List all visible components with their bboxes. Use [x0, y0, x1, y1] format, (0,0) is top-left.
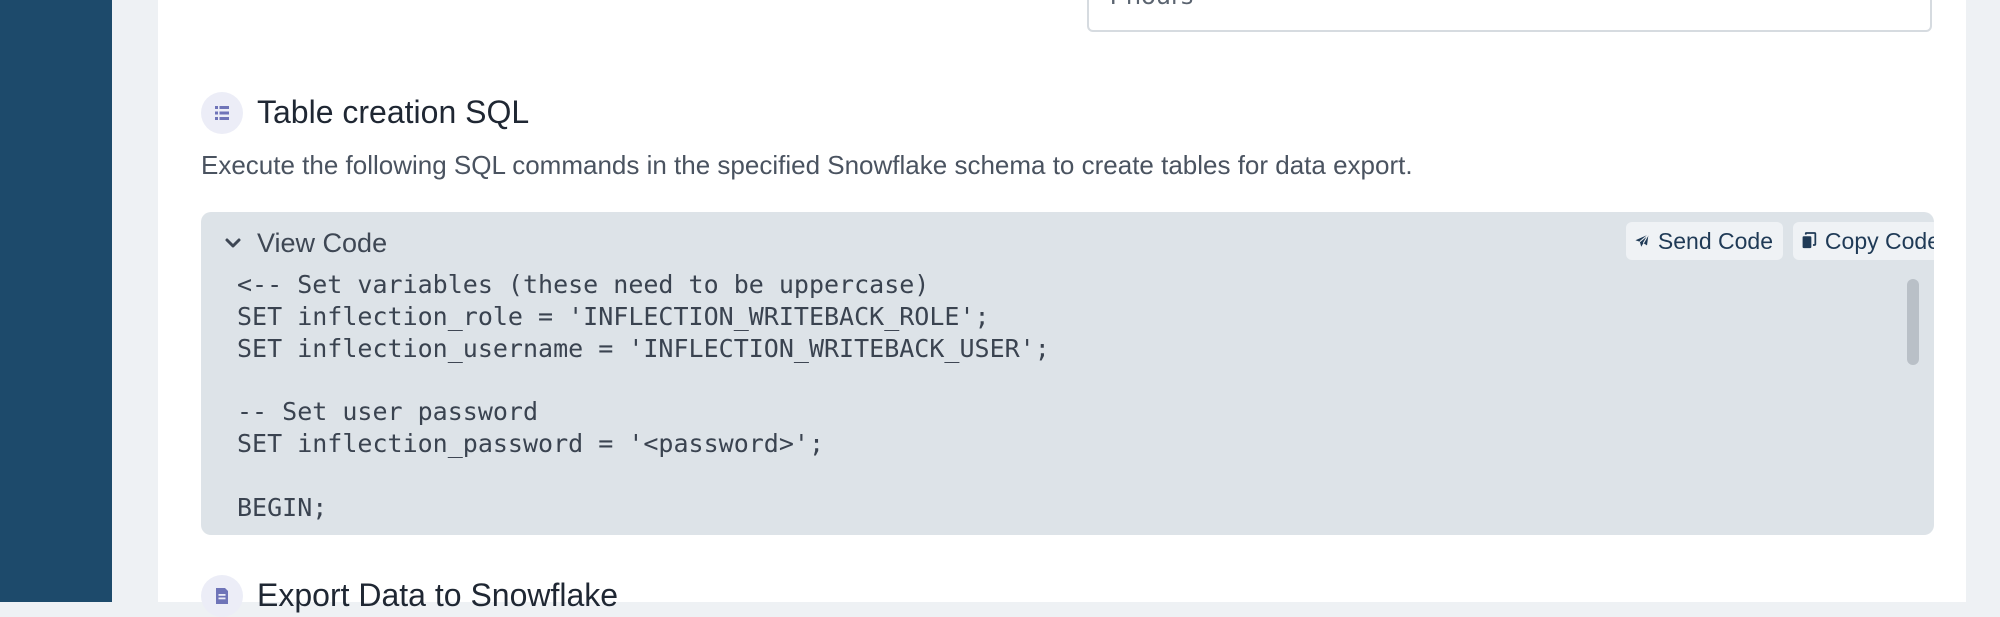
list-icon	[201, 92, 243, 134]
copy-code-label: Copy Code	[1824, 227, 1934, 254]
code-scrollbar[interactable]	[1907, 279, 1919, 365]
section-description: Execute the following SQL commands in th…	[201, 150, 1413, 180]
section-title-export: Export Data to Snowflake	[257, 577, 619, 613]
view-code-toggle[interactable]: View Code	[223, 226, 387, 260]
code-line: -- Set user password	[237, 397, 539, 427]
duration-select[interactable]: 4 hours	[1087, 0, 1932, 32]
app-sidebar	[0, 0, 112, 602]
main-panel: 4 hours Table creation SQL Execute the f…	[158, 0, 1966, 617]
code-text: <-- Set variables (these need to be uppe…	[237, 269, 1050, 523]
code-line: SET inflection_role = 'INFLECTION_WRITEB…	[237, 301, 990, 331]
code-line: <-- Set variables (these need to be uppe…	[237, 270, 930, 299]
view-code-label: View Code	[257, 227, 388, 258]
code-line: SET inflection_password = '<password>';	[237, 428, 824, 458]
code-block: View Code Send Code Copy Code <-- Set va…	[201, 212, 1934, 535]
section-title-table-sql: Table creation SQL	[257, 94, 530, 130]
code-line: SET inflection_username = 'INFLECTION_WR…	[237, 333, 1050, 363]
send-code-label: Send Code	[1657, 227, 1773, 254]
chevron-down-icon	[225, 238, 241, 248]
code-line: BEGIN;	[237, 492, 328, 522]
document-icon	[201, 575, 243, 617]
duration-select-value: 4 hours	[1103, 0, 1193, 10]
paper-plane-icon	[1635, 234, 1649, 247]
send-code-button[interactable]: Send Code	[1626, 222, 1783, 260]
copy-icon	[1802, 232, 1817, 249]
copy-code-button[interactable]: Copy Code	[1793, 222, 1934, 260]
